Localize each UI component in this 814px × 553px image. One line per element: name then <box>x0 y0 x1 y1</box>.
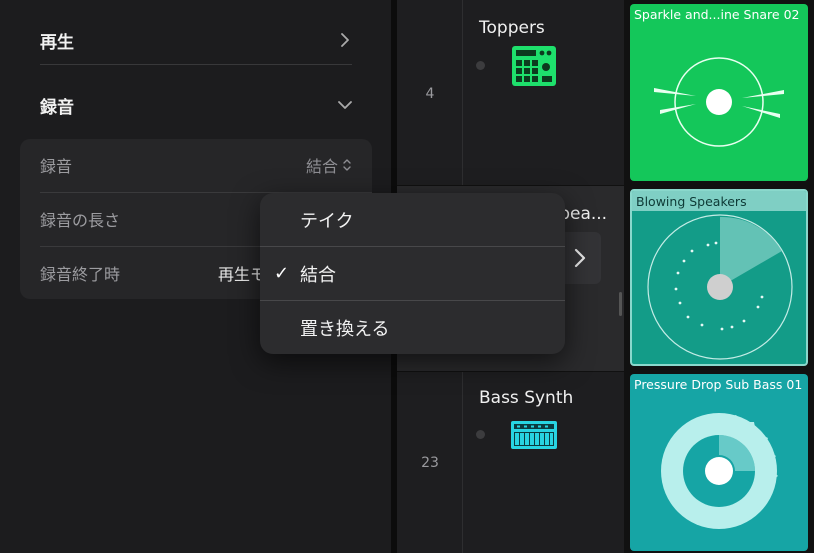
chevron-right-icon <box>574 248 586 268</box>
checkmark-icon: ✓ <box>274 263 290 284</box>
cell-title: Blowing Speakers <box>636 194 747 209</box>
play-section-row[interactable]: 再生 <box>40 15 352 65</box>
loop-cell-artwork <box>654 57 784 147</box>
synth-icon <box>511 421 557 449</box>
cell-blowing-speakers[interactable]: Blowing Speakers <box>630 189 808 366</box>
cell-title: Pressure Drop Sub Bass 01 <box>634 377 803 392</box>
record-mode-value[interactable]: 結合 <box>306 153 352 177</box>
record-mode-row[interactable]: 録音 結合 <box>40 139 352 191</box>
track-name: Toppers <box>479 18 545 38</box>
chevron-right-icon <box>341 33 349 47</box>
track-name: Bass Synth <box>479 388 574 408</box>
open-track-button[interactable] <box>559 232 601 284</box>
loop-cell-artwork <box>661 413 778 529</box>
menu-item-take[interactable]: テイク <box>260 193 565 246</box>
play-section-label: 再生 <box>40 32 74 53</box>
updown-chevron-icon <box>343 159 351 171</box>
track-number: 4 <box>425 86 435 102</box>
record-section-row[interactable]: 録音 <box>40 80 352 130</box>
track-led-indicator <box>476 430 485 439</box>
menu-item-label: テイク <box>300 210 354 232</box>
drum-machine-icon <box>512 46 556 86</box>
menu-item-label: 結合 <box>300 264 336 286</box>
live-loops-cells: Sparkle and...ine Snare 02 Blowing Speak… <box>624 0 814 553</box>
record-length-label: 録音の長さ <box>40 211 121 230</box>
cell-sparkle-snare[interactable]: Sparkle and...ine Snare 02 <box>630 4 808 181</box>
scrollbar-thumb[interactable] <box>619 292 622 316</box>
record-mode-label: 録音 <box>40 157 73 176</box>
chevron-down-icon <box>338 101 352 109</box>
cell-title: Sparkle and...ine Snare 02 <box>634 7 800 22</box>
menu-item-merge[interactable]: ✓ 結合 <box>260 247 565 300</box>
cell-pressure-drop-sub-bass[interactable]: Pressure Drop Sub Bass 01 <box>630 374 808 551</box>
track-led-indicator <box>476 61 485 70</box>
record-section-label: 録音 <box>40 97 74 118</box>
menu-item-replace[interactable]: 置き換える <box>260 301 565 354</box>
menu-item-label: 置き換える <box>300 318 390 340</box>
record-end-label: 録音終了時 <box>40 265 121 284</box>
record-mode-popup-menu: テイク ✓ 結合 置き換える <box>260 193 565 354</box>
loop-cell-artwork <box>647 214 793 360</box>
divider <box>40 64 352 65</box>
record-mode-value-text: 結合 <box>305 157 338 176</box>
track-number: 23 <box>421 455 439 471</box>
